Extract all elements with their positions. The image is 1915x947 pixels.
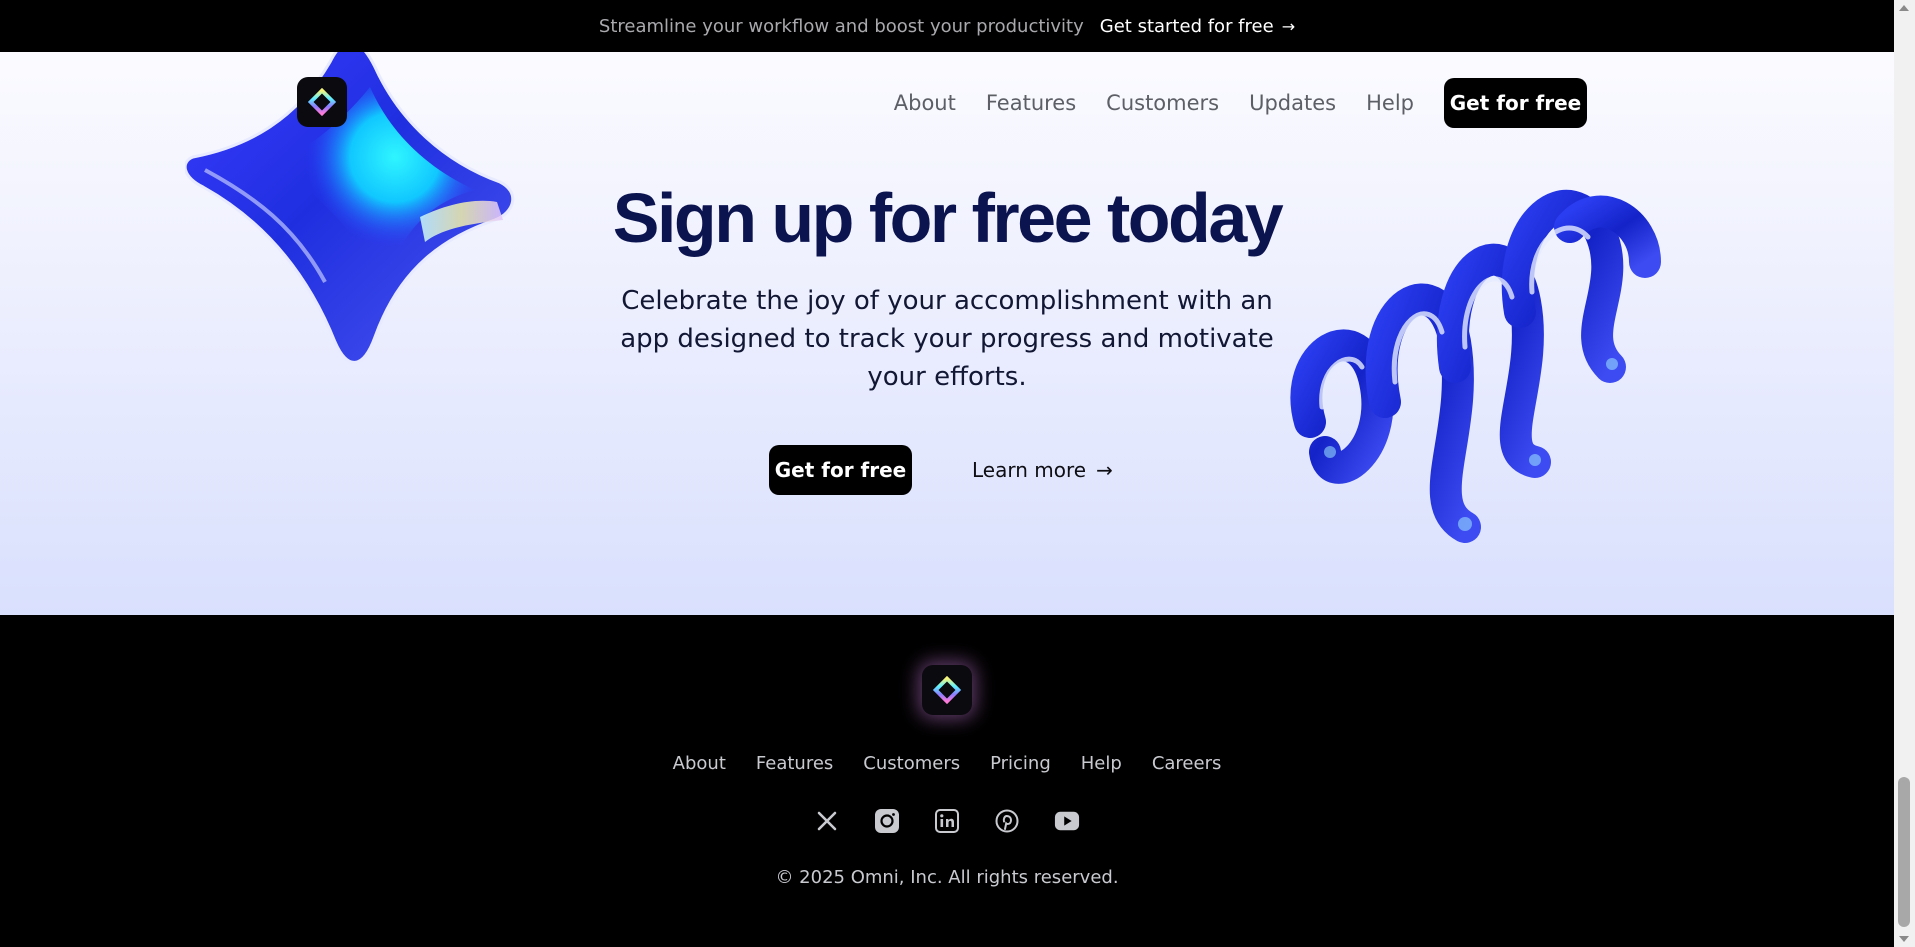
pinterest-icon[interactable] [994, 808, 1020, 834]
announcement-cta-label: Get started for free [1099, 15, 1274, 37]
nav-item-updates[interactable]: Updates [1249, 91, 1336, 115]
arrow-right-icon: → [1281, 16, 1296, 36]
scrollbar-thumb[interactable] [1898, 777, 1910, 927]
nav-item-about[interactable]: About [894, 91, 956, 115]
main-nav: About Features Customers Updates Help Ge… [894, 78, 1587, 128]
hero-get-for-free-button[interactable]: Get for free [769, 445, 912, 495]
announcement-cta-link[interactable]: Get started for free → [1100, 16, 1295, 37]
hero-section: About Features Customers Updates Help Ge… [0, 52, 1894, 615]
linkedin-icon[interactable] [934, 808, 960, 834]
x-icon[interactable] [814, 808, 840, 834]
hero-actions: Get for free Learn more → [769, 445, 1113, 495]
announcement-message: Streamline your workflow and boost your … [598, 15, 1084, 37]
footer-link-pricing[interactable]: Pricing [990, 753, 1051, 774]
announcement-bar: Streamline your workflow and boost your … [0, 0, 1894, 52]
spring-3d-illustration [1290, 189, 1661, 543]
nav-get-for-free-button[interactable]: Get for free [1444, 78, 1587, 128]
scroll-up-arrow-icon[interactable] [1899, 5, 1909, 11]
footer-nav: About Features Customers Pricing Help Ca… [0, 753, 1894, 774]
footer-link-features[interactable]: Features [756, 753, 833, 774]
footer: About Features Customers Pricing Help Ca… [0, 615, 1894, 947]
footer-link-help[interactable]: Help [1081, 753, 1122, 774]
footer-link-careers[interactable]: Careers [1152, 753, 1222, 774]
logo-diamond-icon [933, 676, 961, 704]
nav-item-features[interactable]: Features [986, 91, 1076, 115]
nav-item-customers[interactable]: Customers [1106, 91, 1219, 115]
copyright-text: © 2025 Omni, Inc. All rights reserved. [775, 867, 1119, 888]
nav-item-help[interactable]: Help [1366, 91, 1414, 115]
page-scrollbar[interactable] [1894, 0, 1915, 947]
youtube-icon[interactable] [1054, 808, 1080, 834]
star-3d-illustration [185, 52, 515, 364]
footer-link-customers[interactable]: Customers [863, 753, 960, 774]
footer-logo[interactable] [922, 665, 972, 715]
instagram-icon[interactable] [874, 808, 900, 834]
social-links [0, 808, 1894, 834]
hero-subtitle: Celebrate the joy of your accomplishment… [620, 286, 1274, 392]
footer-link-about[interactable]: About [673, 753, 726, 774]
logo-diamond-icon [308, 88, 336, 116]
logo[interactable] [297, 77, 347, 127]
scroll-down-arrow-icon[interactable] [1899, 936, 1909, 942]
page: Streamline your workflow and boost your … [0, 0, 1894, 947]
learn-more-label: Learn more [972, 458, 1087, 482]
arrow-right-icon: → [1096, 458, 1113, 482]
learn-more-link[interactable]: Learn more → [972, 458, 1113, 482]
